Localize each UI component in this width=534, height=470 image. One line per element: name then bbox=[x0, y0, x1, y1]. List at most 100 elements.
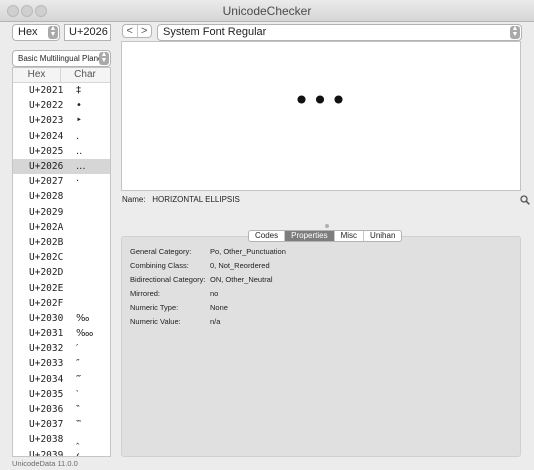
list-item-hex: U+202C bbox=[29, 252, 64, 264]
list-item[interactable]: U+2033 ″ bbox=[13, 356, 110, 371]
list-item[interactable]: U+2022 • bbox=[13, 98, 110, 113]
list-item[interactable]: U+2030 ‰ bbox=[13, 311, 110, 326]
list-item-hex: U+202A bbox=[29, 221, 64, 233]
list-item[interactable]: U+202F bbox=[13, 296, 110, 311]
list-item[interactable]: U+202D bbox=[13, 265, 110, 280]
format-select-value: Hex bbox=[18, 26, 38, 38]
property-row: General Category: Po, Other_Punctuation bbox=[130, 247, 286, 256]
list-item-hex: U+2028 bbox=[29, 191, 64, 203]
list-item-hex: U+2032 bbox=[29, 343, 64, 355]
list-item-char: ‧ bbox=[76, 176, 80, 188]
list-item-hex: U+2031 bbox=[29, 328, 64, 340]
list-item-hex: U+2023 bbox=[29, 115, 64, 127]
title-bar[interactable]: UnicodeChecker bbox=[0, 0, 534, 22]
list-item-char: ‣ bbox=[76, 115, 82, 127]
column-header-hex[interactable]: Hex bbox=[13, 68, 61, 82]
chevron-updown-icon: ▲ ▼ bbox=[48, 25, 58, 39]
list-item[interactable]: U+202E bbox=[13, 280, 110, 295]
codepoint-field[interactable]: U+2026 bbox=[64, 24, 111, 41]
list-item-hex: U+2024 bbox=[29, 130, 64, 142]
list-item-hex: U+2034 bbox=[29, 373, 64, 385]
list-item-hex: U+2022 bbox=[29, 100, 64, 112]
list-item[interactable]: U+2026... bbox=[13, 158, 110, 175]
list-item-hex: U+2021 bbox=[29, 85, 64, 97]
list-item[interactable]: U+202A bbox=[13, 220, 110, 235]
search-icon[interactable] bbox=[520, 195, 530, 205]
property-label: Numeric Value: bbox=[130, 317, 181, 326]
tab-codes[interactable]: Codes bbox=[249, 231, 286, 241]
column-header-char[interactable]: Char bbox=[61, 68, 109, 82]
list-item[interactable]: U+2035 ‵ bbox=[13, 387, 110, 402]
name-label: Name: bbox=[122, 195, 146, 204]
list-item-hex: U+2035 bbox=[29, 388, 64, 400]
list-item[interactable]: U+2028 bbox=[13, 189, 110, 204]
property-row: Numeric Value: n/a bbox=[130, 317, 220, 326]
list-item-char: ′ bbox=[76, 343, 79, 355]
back-button[interactable]: < bbox=[123, 25, 138, 37]
property-value[interactable]: 0, Not_Reordered bbox=[210, 261, 270, 270]
list-item-char: ″ bbox=[76, 358, 80, 370]
list-item[interactable]: U+2034 ‴ bbox=[13, 372, 110, 387]
list-item[interactable]: U+2024. bbox=[13, 129, 110, 144]
list-item-char: ‹ bbox=[76, 449, 80, 457]
property-label: Numeric Type: bbox=[130, 303, 179, 312]
tab-misc[interactable]: Misc bbox=[335, 231, 365, 241]
tab-properties[interactable]: Properties bbox=[285, 231, 335, 241]
font-select-value: System Font Regular bbox=[163, 26, 267, 38]
list-item-char: ‰ bbox=[76, 312, 90, 324]
list-header: Hex Char bbox=[13, 68, 110, 83]
list-item-hex: U+2038 bbox=[29, 434, 64, 446]
list-item-hex: U+2036 bbox=[29, 404, 64, 416]
list-item[interactable]: U+2036 ‶ bbox=[13, 402, 110, 417]
property-row: Combining Class: 0, Not_Reordered bbox=[130, 261, 270, 270]
list-item-char: ‶ bbox=[76, 404, 80, 416]
nav-buttons: < > bbox=[122, 24, 152, 38]
list-item[interactable]: U+2021 ‡ bbox=[13, 83, 110, 98]
chevron-updown-icon: ▲ ▼ bbox=[510, 25, 520, 39]
forward-button[interactable]: > bbox=[138, 25, 152, 37]
properties-panel: General Category: Po, Other_Punctuation Co… bbox=[121, 236, 521, 457]
split-view-handle[interactable] bbox=[325, 224, 329, 228]
list-item[interactable]: U+2023 ‣ bbox=[13, 113, 110, 128]
property-value[interactable]: None bbox=[210, 303, 228, 312]
list-item-hex: U+202E bbox=[29, 282, 64, 294]
list-item[interactable]: U+202C bbox=[13, 250, 110, 265]
list-item-char: ... bbox=[76, 161, 86, 173]
list-item[interactable]: U+2025.. bbox=[13, 144, 110, 159]
list-item-hex: U+2030 bbox=[29, 312, 64, 324]
unicode-data-version: UnicodeData 11.0.0 bbox=[12, 459, 78, 468]
block-select-value: Basic Multilingual Plane... bbox=[18, 54, 110, 63]
property-value[interactable]: Po, Other_Punctuation bbox=[210, 247, 286, 256]
list-item[interactable]: U+2031 ‱ bbox=[13, 326, 110, 341]
property-row: Bidirectional Category: ON, Other_Neutral bbox=[130, 275, 273, 284]
list-item-char: ‵ bbox=[76, 388, 79, 400]
property-value[interactable]: n/a bbox=[210, 317, 220, 326]
property-value[interactable]: no bbox=[210, 289, 218, 298]
list-item[interactable]: U+2032 ′ bbox=[13, 341, 110, 356]
block-select[interactable]: Basic Multilingual Plane... ▲ ▼ bbox=[12, 50, 111, 67]
list-item-hex: U+2039 bbox=[29, 449, 64, 457]
app-window: UnicodeChecker Hex ▲ ▼ U+2026 Basic Multi… bbox=[0, 0, 534, 470]
font-select[interactable]: System Font Regular ▲ ▼ bbox=[157, 24, 522, 41]
list-item[interactable]: U+2037 ‷ bbox=[13, 417, 110, 432]
list-item[interactable]: U+2027 ‧ bbox=[13, 174, 110, 189]
list-item[interactable]: U+2029 bbox=[13, 205, 110, 220]
property-row: Mirrored: no bbox=[130, 289, 218, 298]
list-item-hex: U+202B bbox=[29, 236, 64, 248]
list-item[interactable]: U+2038 ‸ bbox=[13, 432, 110, 447]
list-item-hex: U+2029 bbox=[29, 206, 64, 218]
window-title: UnicodeChecker bbox=[222, 4, 312, 18]
list-item-char: ‷ bbox=[76, 419, 82, 431]
list-item-char: . bbox=[76, 130, 80, 142]
list-item[interactable]: U+202B bbox=[13, 235, 110, 250]
character-list[interactable]: Hex Char U+2021 ‡ U+2022 • U+2023 ‣ U+2024. U+2… bbox=[12, 67, 111, 457]
list-item-char: ‡ bbox=[76, 85, 81, 97]
tab-unihan[interactable]: Unihan bbox=[364, 231, 401, 241]
glyph-preview-char: ••• bbox=[293, 84, 349, 117]
list-item-hex: U+202F bbox=[29, 297, 64, 309]
list-item-char: .. bbox=[76, 145, 83, 157]
list-item-hex: U+202D bbox=[29, 267, 64, 279]
format-select[interactable]: Hex ▲ ▼ bbox=[12, 24, 60, 41]
property-value[interactable]: ON, Other_Neutral bbox=[210, 275, 273, 284]
list-item[interactable]: U+2039 ‹ bbox=[13, 448, 110, 457]
